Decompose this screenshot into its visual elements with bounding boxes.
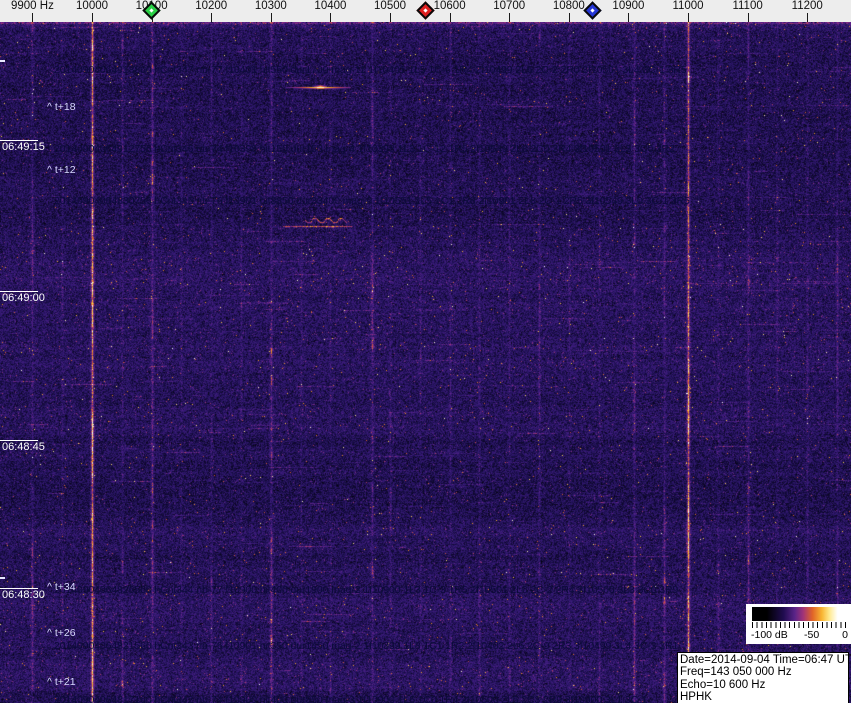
detection-text: 20140904064826560 hCnt344 nb-77 f10900 h… bbox=[54, 584, 679, 596]
color-scale-label-mid: -50 bbox=[804, 629, 820, 641]
time-label: 06:48:30 bbox=[2, 589, 45, 601]
axis-major-tick bbox=[32, 13, 33, 22]
axis-label: 10000 bbox=[76, 0, 109, 12]
info-station-code: HPHK bbox=[680, 690, 712, 703]
detection-text: 20140904064830756 hCnt345 nb-76 f10901 h… bbox=[54, 195, 690, 207]
marker-center-dot bbox=[149, 8, 154, 13]
axis-label: 10800 bbox=[552, 0, 585, 12]
axis-label: 10400 bbox=[314, 0, 347, 12]
axis-label: 11100 bbox=[732, 0, 763, 12]
axis-major-tick bbox=[569, 13, 570, 22]
spectrogram-overlay: 06:49:15 06:49:00 06:48:45 06:48:30 20140904… bbox=[0, 0, 851, 703]
axis-label: 10600 bbox=[433, 0, 466, 12]
axis-label: 10500 bbox=[374, 0, 407, 12]
time-label: 06:49:00 bbox=[2, 292, 45, 304]
axis-major-tick bbox=[271, 13, 272, 22]
color-scale-panel: -100 dB -50 0 bbox=[746, 604, 851, 644]
color-scale-gradient bbox=[752, 607, 845, 621]
axis-major-tick bbox=[450, 13, 451, 22]
axis-major-tick bbox=[688, 13, 689, 22]
axis-label: 10200 bbox=[195, 0, 228, 12]
axis-major-tick bbox=[628, 13, 629, 22]
edge-tick bbox=[0, 60, 5, 62]
time-offset-label: ^ t+12 bbox=[47, 164, 76, 176]
frequency-ruler: 9900 Hz100001010010200103001040010500106… bbox=[0, 0, 851, 22]
time-offset-label: ^ t+26 bbox=[47, 627, 76, 639]
axis-label: 11000 bbox=[672, 0, 704, 12]
axis-major-tick bbox=[211, 13, 212, 22]
axis-major-tick bbox=[748, 13, 749, 22]
color-scale-label-min: -100 dB bbox=[751, 629, 788, 641]
axis-major-tick bbox=[390, 13, 391, 22]
info-echo-frequency: Echo=10 600 Hz bbox=[680, 678, 766, 691]
axis-label: 10700 bbox=[493, 0, 526, 12]
detection-text: 20140904064912756 hCnt346 nb-74 f10398 h… bbox=[54, 143, 675, 155]
detection-text: 20140904064821560 hCnt343 nb-76 f10901 h… bbox=[54, 640, 679, 652]
marker-center-dot bbox=[590, 8, 595, 13]
edge-tick bbox=[0, 577, 5, 579]
info-frequency: Freq=143 050 000 Hz bbox=[680, 666, 792, 679]
axis-label: 10900 bbox=[612, 0, 645, 12]
color-scale-ticks bbox=[752, 622, 846, 628]
axis-label: 11200 bbox=[791, 0, 823, 12]
color-scale-labels: -100 dB -50 0 bbox=[746, 629, 851, 643]
axis-major-tick bbox=[330, 13, 331, 22]
color-scale-label-max: 0 bbox=[842, 629, 848, 641]
status-info-panel: Date=2014-09-04 Time=06:47 UTC Freq=143 … bbox=[677, 652, 851, 703]
marker-center-dot bbox=[423, 8, 428, 13]
axis-major-tick bbox=[92, 13, 93, 22]
meteor-echo-monitor: 06:49:15 06:49:00 06:48:45 06:48:30 20140904… bbox=[0, 0, 851, 703]
axis-major-tick bbox=[509, 13, 510, 22]
axis-label: 10300 bbox=[254, 0, 287, 12]
time-offset-label: ^ t+18 bbox=[47, 101, 76, 113]
detection-text: 20140904064918860 hCnt347 nb-77 f10401 h… bbox=[54, 64, 687, 76]
axis-major-tick bbox=[807, 13, 808, 22]
axis-label: 9900 Hz bbox=[11, 0, 54, 12]
info-date-time: Date=2014-09-04 Time=06:47 UTC bbox=[680, 654, 851, 666]
detection-text: 20140904064817160 hCnt342 nb-74 f10900 h… bbox=[54, 694, 648, 703]
time-offset-label: ^ t+34 bbox=[47, 581, 76, 593]
time-offset-label: ^ t+21 bbox=[47, 676, 76, 688]
time-label: 06:48:45 bbox=[2, 441, 45, 453]
time-label: 06:49:15 bbox=[2, 141, 45, 153]
